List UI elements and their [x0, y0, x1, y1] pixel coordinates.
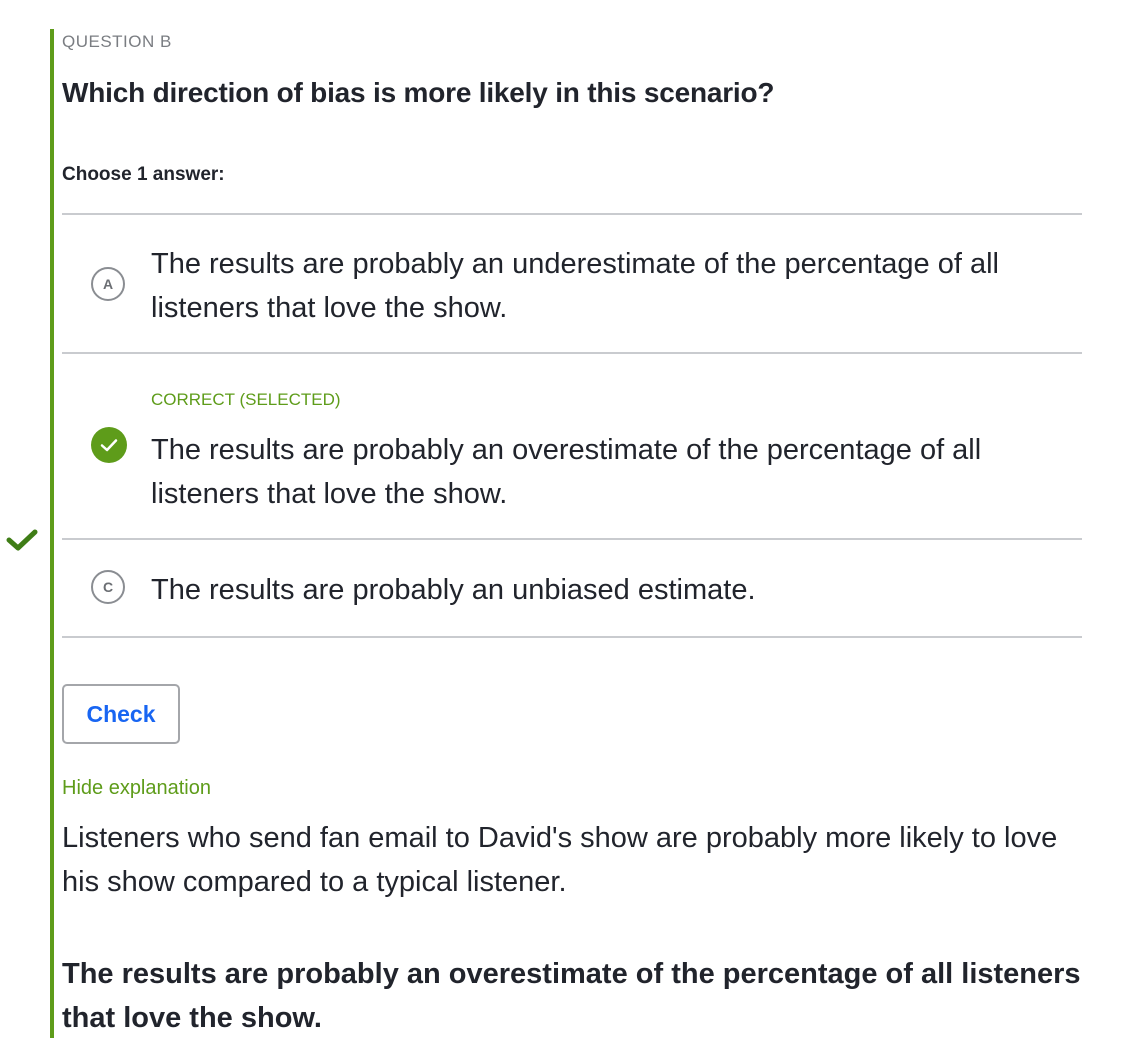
- checkmark-circle-icon: [91, 427, 127, 463]
- choice-b[interactable]: CORRECT (SELECTED) The results are proba…: [62, 354, 1082, 538]
- correct-checkmark-icon: [6, 529, 38, 551]
- question-panel: QUESTION B Which direction of bias is mo…: [50, 29, 1094, 1038]
- answer-choices: A The results are probably an underestim…: [62, 213, 1082, 638]
- choice-c[interactable]: C The results are probably an unbiased e…: [62, 540, 1082, 636]
- explanation-text: Listeners who send fan email to David's …: [62, 822, 1058, 898]
- choice-a[interactable]: A The results are probably an underestim…: [62, 215, 1082, 352]
- choice-c-letter-icon: C: [91, 570, 125, 604]
- choice-b-status: CORRECT (SELECTED): [151, 390, 341, 409]
- question-title: Which direction of bias is more likely i…: [62, 77, 775, 108]
- choice-a-text: The results are probably an underestimat…: [151, 248, 999, 324]
- choice-divider: [62, 636, 1082, 638]
- question-label: QUESTION B: [62, 32, 172, 51]
- answer-instruction: Choose 1 answer:: [62, 164, 225, 185]
- choice-c-text: The results are probably an unbiased est…: [151, 574, 756, 606]
- explanation-conclusion: The results are probably an overestimate…: [62, 958, 1081, 1034]
- check-button[interactable]: Check: [62, 684, 180, 744]
- choice-b-text: The results are probably an overestimate…: [151, 434, 982, 510]
- choice-a-letter-icon: A: [91, 267, 125, 301]
- hide-explanation-link[interactable]: Hide explanation: [62, 777, 211, 800]
